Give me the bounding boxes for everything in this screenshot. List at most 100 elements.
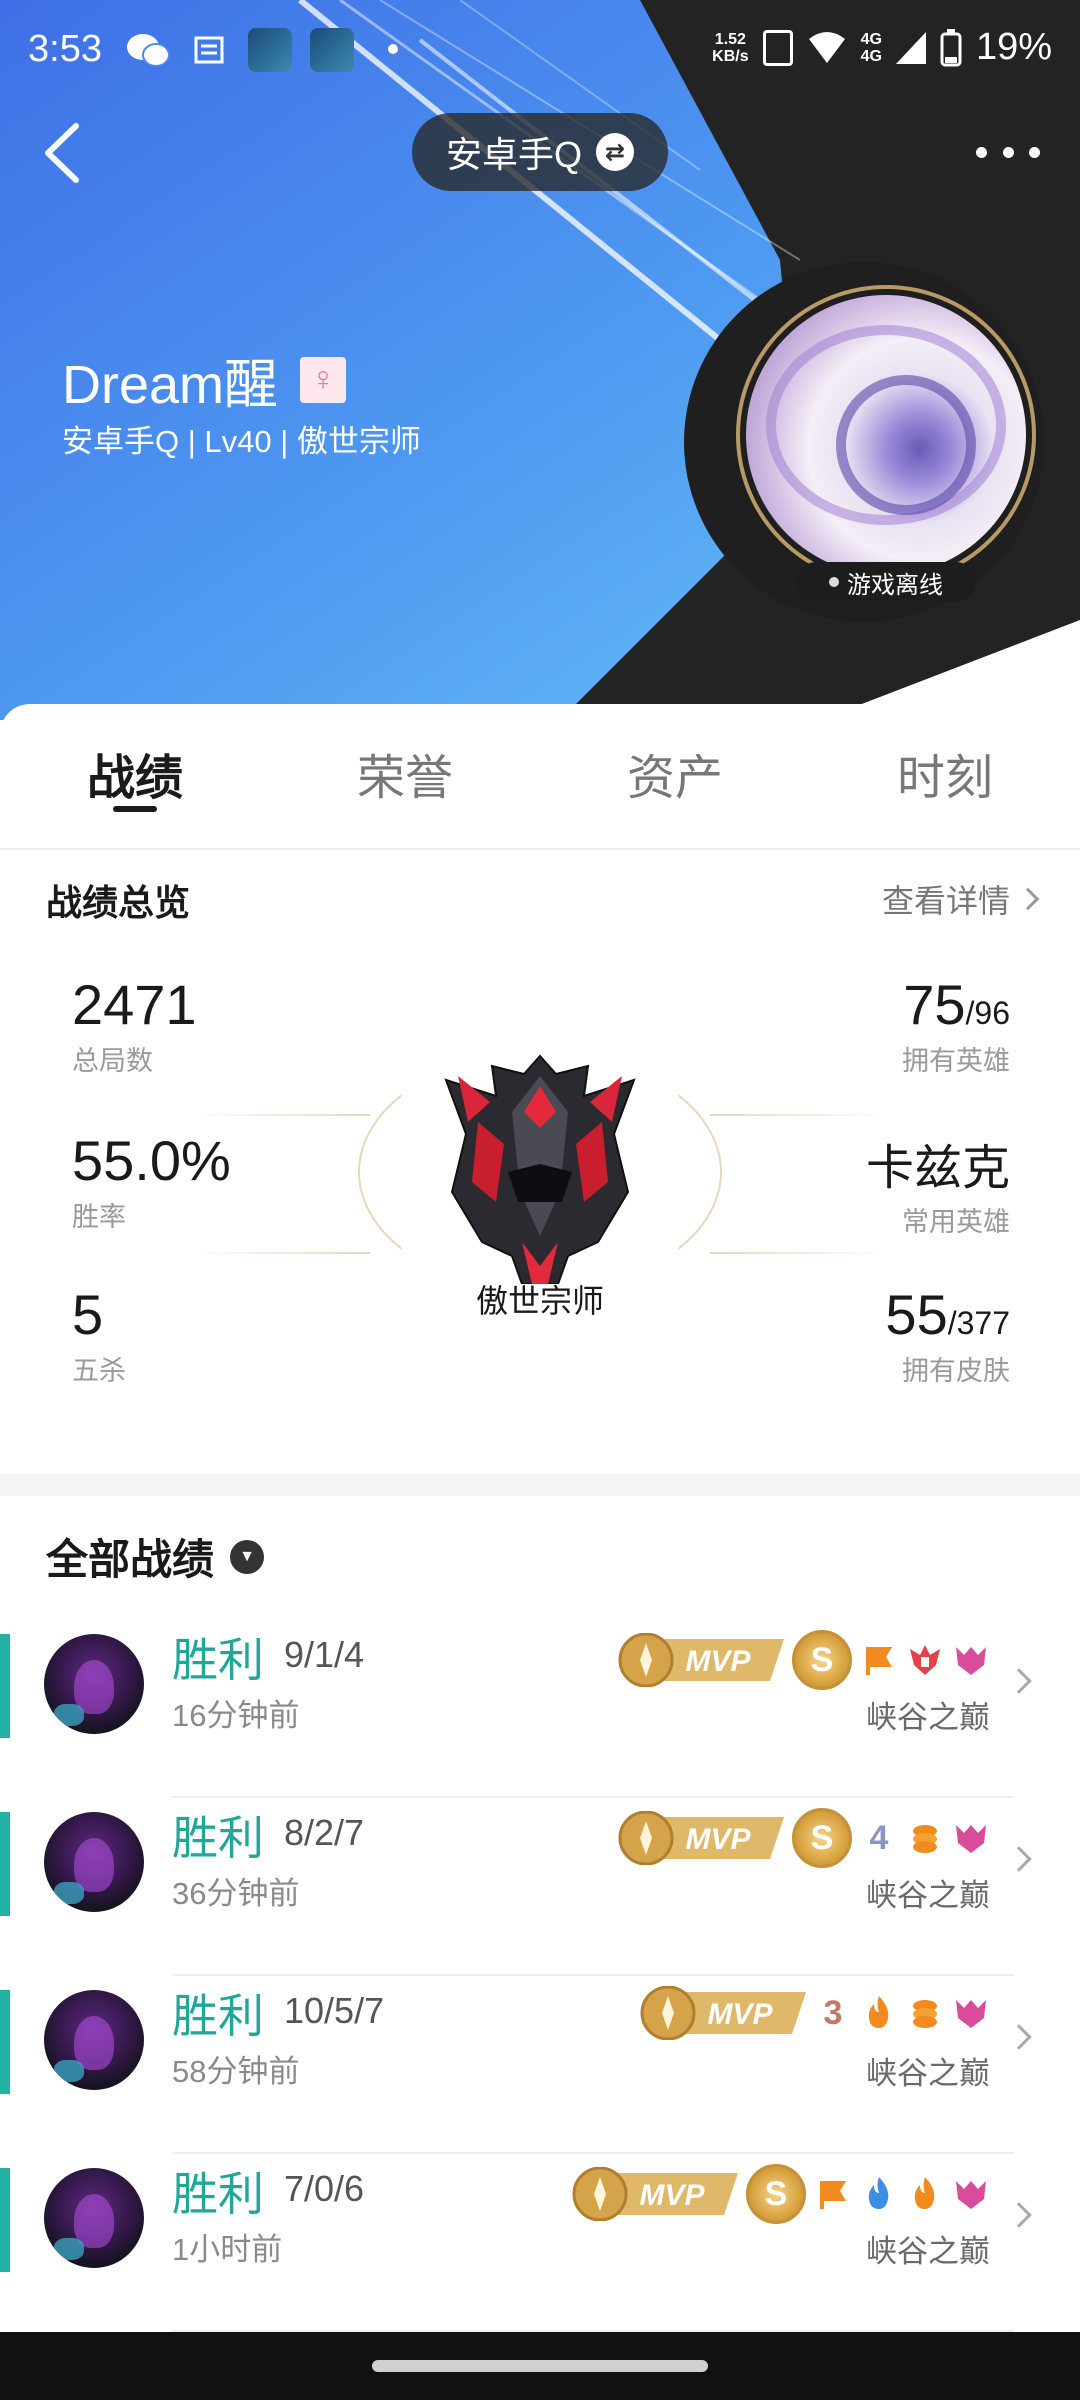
match-item[interactable]: 胜利 8/2/7 36分钟前 MVP S 4 峡谷之巅: [0, 1798, 1080, 1976]
rank-line: [710, 1252, 890, 1254]
win-indicator-bar: [0, 1990, 10, 2094]
system-nav-bar: [0, 2332, 1080, 2400]
chevron-right-icon: [1006, 2202, 1032, 2228]
hd-icon: [762, 29, 793, 66]
chevron-right-icon: [1016, 887, 1040, 911]
stat-heroes-owned[interactable]: 75/96 拥有英雄: [902, 972, 1010, 1078]
female-icon: ♀: [300, 356, 347, 403]
match-badges: MVP 3: [640, 1986, 990, 2040]
svg-text:MVP: MVP: [685, 1823, 751, 1856]
record-overview: 战绩总览 查看详情 2471 总局数 55.0% 胜率 5 五杀 75/96 拥…: [0, 852, 1080, 1474]
quadra-kill-icon: 4: [869, 1818, 889, 1857]
account-switch-button[interactable]: 安卓手Q ⇄: [412, 113, 668, 191]
account-label: 安卓手Q: [445, 134, 582, 175]
win-indicator-bar: [0, 2168, 10, 2272]
triple-kill-icon: 3: [823, 1993, 843, 2032]
match-result: 胜利: [172, 1812, 264, 1864]
stat-common-hero[interactable]: 卡兹克 常用英雄: [866, 1128, 1010, 1239]
match-badges: MVP S: [572, 2164, 990, 2224]
dragon-icon: [956, 2181, 986, 2209]
s-rank-badge: S: [792, 1808, 852, 1868]
match-time: 36分钟前: [172, 1876, 300, 1911]
stat-total-games: 2471 总局数: [72, 973, 197, 1076]
rank-line: [190, 1252, 370, 1254]
home-gesture-bar[interactable]: [372, 2360, 708, 2372]
s-rank-badge: S: [792, 1630, 852, 1690]
match-list-title: 全部战绩: [46, 1536, 215, 1583]
net-speed: 1.52 KB/s: [712, 30, 749, 65]
network-type: 4G 4G: [860, 30, 882, 65]
tab-moments[interactable]: 时刻: [810, 704, 1080, 848]
mvp-badge-icon: MVP: [640, 1986, 806, 2040]
tower-icon: [910, 1645, 940, 1675]
svg-text:MVP: MVP: [707, 1998, 773, 2031]
fire-icon: [914, 2177, 935, 2209]
win-indicator-bar: [0, 1812, 10, 1916]
profile-tabs: 战绩 荣誉 资产 时刻: [0, 704, 1080, 850]
app-notification-icon: [310, 28, 354, 72]
mvp-badge-icon: MVP: [618, 1811, 784, 1865]
match-result: 胜利: [172, 2168, 264, 2220]
rank-line: [710, 1114, 890, 1116]
match-mode: 峡谷之巅: [866, 1878, 990, 1913]
battery-percent: 19%: [975, 26, 1052, 68]
match-result: 胜利: [172, 1634, 264, 1686]
mvp-badge-icon: MVP: [572, 2167, 738, 2221]
match-mode: 峡谷之巅: [866, 1700, 990, 1735]
back-arrow-icon[interactable]: [36, 118, 96, 188]
tab-record[interactable]: 战绩: [0, 704, 270, 848]
profile-banner: 3:53 1.52 KB/s 4G 4G 19% 安卓手Q ⇄ Dream醒 ♀…: [0, 0, 1080, 720]
match-badges: MVP S 4: [618, 1808, 990, 1868]
hero-avatar: [44, 1634, 144, 1734]
match-item[interactable]: 胜利 7/0/6 1小时前 MVP S 峡谷之巅: [0, 2154, 1080, 2332]
status-time: 3:53: [28, 28, 102, 70]
dragon-icon: [956, 1647, 986, 1675]
battery-icon: [940, 28, 962, 66]
match-kda: 9/1/4: [284, 1634, 365, 1675]
rank-line: [190, 1114, 370, 1116]
match-mode: 峡谷之巅: [866, 2056, 990, 2091]
rank-emblem-icon[interactable]: [438, 1052, 642, 1284]
username: Dream醒: [62, 355, 279, 415]
match-time: 1小时前: [172, 2232, 283, 2267]
match-kda: 7/0/6: [284, 2168, 365, 2209]
match-filter-dropdown[interactable]: 全部战绩 ▼: [46, 1526, 265, 1587]
fire-icon: [868, 1996, 889, 2028]
dropdown-icon: ▼: [230, 1539, 265, 1574]
win-indicator-bar: [0, 1634, 10, 1738]
rank-name: 傲世宗师: [475, 1283, 604, 1319]
tab-honor[interactable]: 荣誉: [270, 704, 540, 848]
match-time: 58分钟前: [172, 2054, 300, 2089]
svg-text:MVP: MVP: [639, 2179, 705, 2212]
dragon-icon: [956, 2000, 986, 2028]
view-details-link[interactable]: 查看详情: [882, 876, 1040, 922]
profile-subline: 安卓手Q | Lv40 | 傲世宗师: [62, 424, 421, 459]
dragon-icon: [956, 1825, 986, 1853]
match-time: 16分钟前: [172, 1698, 300, 1733]
hero-avatar: [44, 1812, 144, 1912]
stat-win-rate: 55.0% 胜率: [72, 1129, 231, 1232]
chevron-right-icon: [1006, 1846, 1032, 1872]
chevron-right-icon: [1006, 2024, 1032, 2050]
overview-title: 战绩总览: [46, 882, 191, 923]
match-item[interactable]: 胜利 10/5/7 58分钟前 MVP 3 峡谷之巅: [0, 1976, 1080, 2154]
swap-icon: ⇄: [596, 133, 634, 171]
app-notification-icon: [248, 28, 292, 72]
tab-assets[interactable]: 资产: [540, 704, 810, 848]
tab-active-indicator: [113, 806, 157, 812]
status-right: 1.52 KB/s 4G 4G 19%: [712, 26, 1052, 69]
match-item[interactable]: 胜利 9/1/4 16分钟前 MVP S 峡谷之巅: [0, 1620, 1080, 1798]
match-badges: MVP S: [618, 1630, 990, 1690]
match-kda: 8/2/7: [284, 1812, 365, 1853]
avatar[interactable]: [746, 295, 1026, 575]
coin-icon: [913, 1825, 937, 1853]
flag-icon: [866, 1647, 892, 1675]
username-row: Dream醒 ♀: [62, 340, 347, 419]
stat-skins-owned[interactable]: 55/377 拥有皮肤: [885, 1282, 1010, 1388]
message-icon: [194, 36, 224, 64]
wechat-icon: [127, 34, 170, 67]
hero-avatar: [44, 2168, 144, 2268]
s-rank-badge: S: [746, 2164, 806, 2224]
more-icon[interactable]: [976, 128, 1040, 176]
stat-penta-kills: 5 五杀: [72, 1283, 126, 1386]
